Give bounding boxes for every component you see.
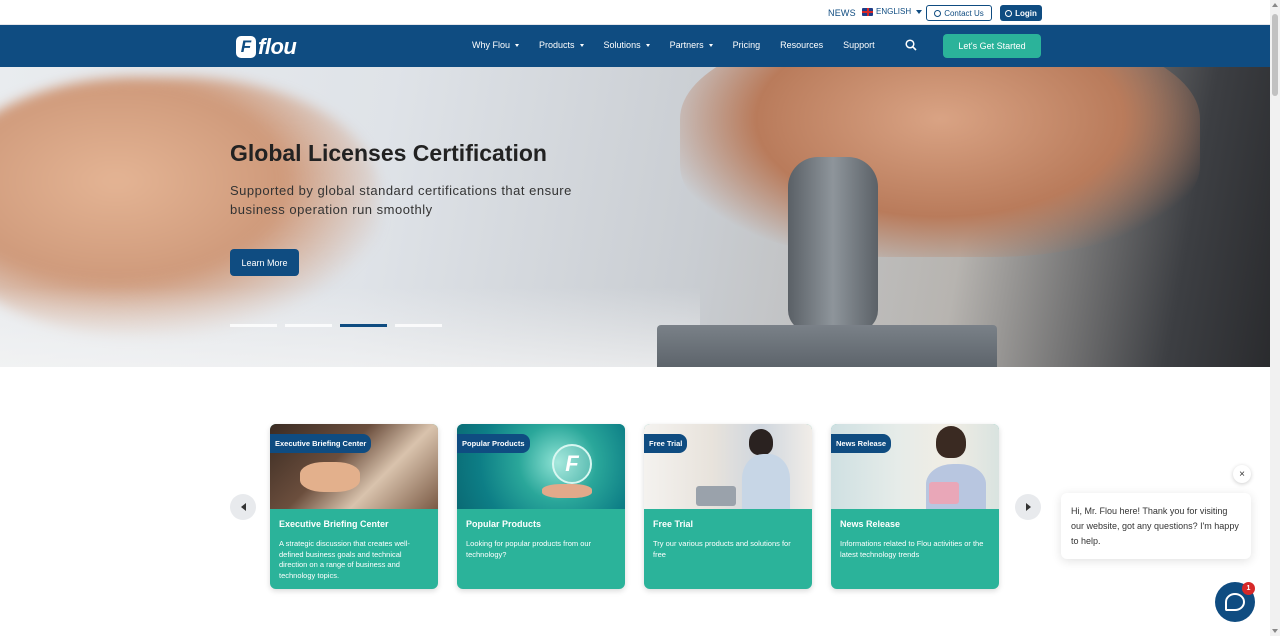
feature-cards: Executive Briefing Center Executive Brie… bbox=[270, 424, 999, 589]
woman-hair-image bbox=[936, 426, 966, 458]
scroll-up-arrow-icon[interactable] bbox=[1272, 3, 1278, 7]
chevron-left-icon bbox=[240, 503, 246, 511]
scroll-thumb[interactable] bbox=[1272, 14, 1278, 96]
chevron-down-icon bbox=[579, 43, 584, 47]
card-description: Try our various products and solutions f… bbox=[653, 539, 791, 559]
card-title: Popular Products bbox=[466, 519, 542, 529]
chat-bubble-icon bbox=[1225, 593, 1245, 611]
login-button[interactable]: Login bbox=[1000, 5, 1042, 21]
logo-mark-icon: F bbox=[236, 36, 256, 58]
carousel-dot-2[interactable] bbox=[285, 324, 332, 327]
laptop-image bbox=[696, 486, 736, 506]
user-icon bbox=[1005, 9, 1013, 17]
headset-icon bbox=[934, 9, 942, 17]
language-selector[interactable]: ENGLISH bbox=[862, 7, 923, 16]
hero-stamp-image bbox=[788, 157, 878, 332]
news-link[interactable]: NEWS bbox=[828, 8, 856, 18]
hero-stamp-base bbox=[657, 325, 997, 367]
hero-title: Global Licenses Certification bbox=[230, 140, 547, 166]
chevron-down-icon bbox=[645, 43, 650, 47]
scroll-down-arrow-icon[interactable] bbox=[1272, 629, 1278, 633]
carousel-dot-1[interactable] bbox=[230, 324, 277, 327]
chevron-right-icon bbox=[1025, 503, 1031, 511]
handshake-image bbox=[300, 462, 360, 492]
nav-item-partners[interactable]: Partners bbox=[670, 40, 713, 50]
card-tag: Executive Briefing Center bbox=[270, 434, 372, 453]
login-label: Login bbox=[1015, 8, 1037, 18]
card-executive-briefing[interactable]: Executive Briefing Center Executive Brie… bbox=[270, 424, 438, 589]
card-title: News Release bbox=[840, 519, 901, 529]
nav-item-products[interactable]: Products bbox=[539, 40, 584, 50]
nav-label: Products bbox=[539, 40, 575, 50]
carousel-dot-4[interactable] bbox=[395, 324, 442, 327]
nav-label: Why Flou bbox=[472, 40, 511, 50]
flou-logo[interactable]: F flou bbox=[236, 34, 297, 60]
nav-label: Resources bbox=[780, 40, 824, 50]
next-arrow-button[interactable] bbox=[1015, 494, 1041, 520]
card-popular-products[interactable]: F Popular Products Popular Products Look… bbox=[457, 424, 625, 589]
uk-flag-icon bbox=[862, 7, 873, 16]
contact-us-label: Contact Us bbox=[944, 8, 984, 18]
hero-subtitle: Supported by global standard certificati… bbox=[230, 183, 572, 217]
tablet-image bbox=[929, 482, 959, 504]
nav-label: Solutions bbox=[603, 40, 641, 50]
search-icon[interactable] bbox=[905, 39, 917, 51]
logo-text: flou bbox=[258, 34, 297, 59]
card-tag: Free Trial bbox=[644, 434, 688, 453]
chevron-down-icon bbox=[708, 43, 713, 47]
caret-down-icon bbox=[916, 9, 923, 14]
carousel-dot-3[interactable] bbox=[340, 324, 387, 327]
language-label: ENGLISH bbox=[876, 7, 912, 16]
nav-item-pricing[interactable]: Pricing bbox=[733, 40, 761, 50]
nav-item-resources[interactable]: Resources bbox=[780, 40, 823, 50]
main-nav: F flou Why Flou Products Solutions Partn… bbox=[0, 25, 1270, 67]
utility-bar: NEWS ENGLISH Contact Us Login bbox=[0, 0, 1270, 25]
chat-close-button[interactable]: × bbox=[1233, 465, 1251, 483]
prev-arrow-button[interactable] bbox=[230, 494, 256, 520]
hero-banner: Global Licenses Certification Supported … bbox=[0, 67, 1270, 367]
woman-body-image bbox=[742, 454, 790, 509]
card-tag: News Release bbox=[831, 434, 892, 453]
card-free-trial[interactable]: Free Trial Free Trial Try our various pr… bbox=[644, 424, 812, 589]
card-title: Free Trial bbox=[653, 519, 694, 529]
nav-item-support[interactable]: Support bbox=[843, 40, 875, 50]
card-description: Informations related to Flou activities … bbox=[840, 539, 984, 559]
contact-us-button[interactable]: Contact Us bbox=[926, 5, 992, 21]
card-description: A strategic discussion that creates well… bbox=[279, 539, 410, 580]
page-scrollbar[interactable] bbox=[1270, 0, 1280, 636]
woman-hair-image bbox=[749, 429, 773, 455]
nav-item-solutions[interactable]: Solutions bbox=[604, 40, 650, 50]
chat-greeting-bubble[interactable]: Hi, Mr. Flou here! Thank you for visitin… bbox=[1061, 493, 1251, 559]
page: NEWS ENGLISH Contact Us Login F flou Why… bbox=[0, 0, 1280, 636]
carousel-indicators bbox=[230, 324, 442, 327]
card-tag: Popular Products bbox=[457, 434, 530, 453]
nav-label: Pricing bbox=[732, 40, 761, 50]
flou-orb-icon: F bbox=[552, 444, 592, 484]
card-news-release[interactable]: News Release News Release Informations r… bbox=[831, 424, 999, 589]
card-title: Executive Briefing Center bbox=[279, 519, 389, 529]
card-description: Looking for popular products from our te… bbox=[466, 539, 592, 559]
nav-menu: Why Flou Products Solutions Partners Pri… bbox=[472, 40, 875, 50]
hero-paper-image bbox=[0, 287, 700, 367]
get-started-button[interactable]: Let's Get Started bbox=[943, 34, 1041, 58]
palm-image bbox=[542, 484, 592, 498]
nav-label: Support bbox=[843, 40, 875, 50]
learn-more-button[interactable]: Learn More bbox=[230, 249, 299, 276]
nav-label: Partners bbox=[669, 40, 704, 50]
nav-item-why-flou[interactable]: Why Flou bbox=[472, 40, 520, 50]
hero-fist-image bbox=[680, 67, 1200, 257]
chevron-down-icon bbox=[515, 43, 520, 47]
chat-notification-badge: 1 bbox=[1242, 582, 1255, 595]
